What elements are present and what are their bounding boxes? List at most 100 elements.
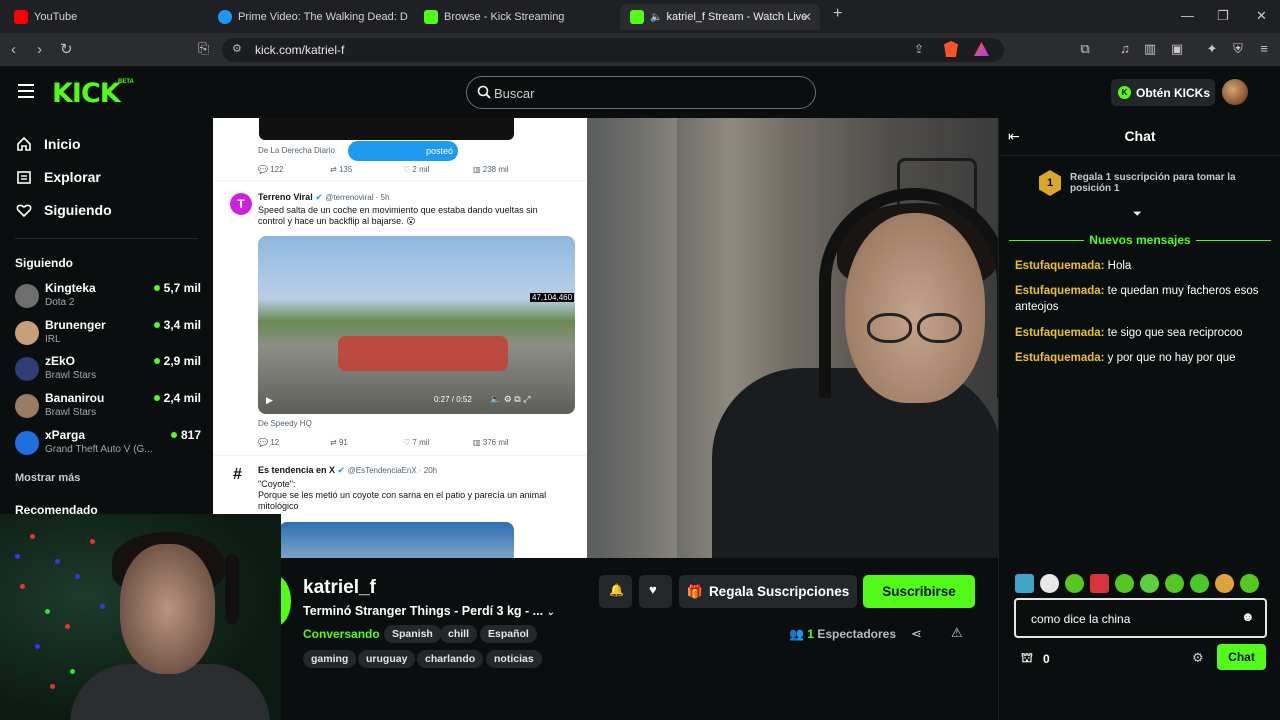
- tab-search-icon[interactable]: ⧉: [1078, 42, 1092, 56]
- new-tab-button[interactable]: +: [833, 5, 842, 23]
- forward-icon[interactable]: ›: [37, 41, 42, 58]
- sidebar-toggle-icon[interactable]: ▥: [1143, 42, 1157, 56]
- followed-channel[interactable]: Bananirou Brawl Stars 2,4 mil: [15, 391, 201, 425]
- maximize-button[interactable]: ❐: [1217, 8, 1229, 24]
- get-kicks-button[interactable]: K Obtén KICKs: [1111, 79, 1215, 106]
- followed-channel[interactable]: zEkO Brawl Stars 2,9 mil: [15, 354, 201, 388]
- emote-icon[interactable]: [1215, 574, 1234, 593]
- channel-name: Bananirou: [45, 391, 105, 405]
- tweet-video[interactable]: 47,104,460 ▶ 0:27 / 0:52 🔈 ⚙ ⧉ ⤢: [258, 236, 575, 414]
- tag-chip[interactable]: charlando: [417, 650, 484, 668]
- brave-shield-icon[interactable]: [944, 41, 958, 57]
- show-more-link[interactable]: Mostrar más: [15, 472, 80, 484]
- notifications-button[interactable]: 🔔: [599, 575, 632, 608]
- reload-icon[interactable]: ↻: [60, 40, 73, 58]
- tag-chip[interactable]: Español: [480, 625, 537, 643]
- brave-rewards-icon[interactable]: [974, 42, 989, 56]
- close-tab-icon[interactable]: ✕: [802, 10, 812, 24]
- followed-channel[interactable]: Kingteka Dota 2 5,7 mil: [15, 281, 201, 315]
- tab-kick-browse[interactable]: Browse - Kick Streaming: [414, 4, 614, 30]
- kick-icon: [424, 10, 438, 24]
- chat-settings-icon[interactable]: ⚙: [1192, 650, 1204, 666]
- emote-icon[interactable]: [1140, 574, 1159, 593]
- play-icon[interactable]: ▶: [266, 395, 273, 406]
- followed-channel[interactable]: xParga Grand Theft Auto V (G... 817: [15, 428, 201, 462]
- emote-icon[interactable]: [1190, 574, 1209, 593]
- tab-prime-video[interactable]: Prime Video: The Walking Dead: Dea: [208, 4, 408, 30]
- gift-leaderboard-text: Regala 1 suscripción para tomar la posic…: [1070, 172, 1236, 194]
- chevron-down-icon: ⌄: [546, 607, 555, 618]
- tag-chip[interactable]: uruguay: [358, 650, 416, 668]
- hamburger-menu-icon[interactable]: [18, 84, 34, 98]
- share-icon[interactable]: ⇪: [914, 42, 924, 56]
- tag-chip[interactable]: noticias: [486, 650, 542, 668]
- menu-icon[interactable]: ≡: [1257, 42, 1271, 56]
- channel-points[interactable]: ⛫ 0: [1021, 650, 1050, 668]
- emote-icon[interactable]: [1015, 574, 1034, 593]
- streamer-name[interactable]: katriel_f: [303, 577, 376, 599]
- emote-icon[interactable]: [1240, 574, 1259, 593]
- leo-ai-icon[interactable]: ✦: [1205, 42, 1219, 56]
- kick-icon: [630, 10, 644, 24]
- search-input[interactable]: [494, 84, 794, 102]
- sidebar-item-inicio[interactable]: Inicio: [16, 136, 81, 152]
- youtube-icon: [14, 10, 28, 24]
- viewer-count: 2,9 mil: [153, 354, 201, 368]
- site-settings-icon[interactable]: ⚙: [232, 42, 242, 55]
- tweet-author: Terreno Viral ✔ @terrenoviral · 5h: [258, 192, 390, 202]
- emoji-icon[interactable]: ☻: [1241, 609, 1255, 624]
- expand-icon[interactable]: ⏷: [1133, 208, 1142, 221]
- back-icon[interactable]: ‹: [11, 41, 16, 58]
- emote-icon[interactable]: [1115, 574, 1134, 593]
- new-messages-divider: Nuevos mensajes: [1009, 233, 1271, 247]
- viewer-count: 👥 1 Espectadores: [789, 627, 897, 641]
- tab-title: katriel_f Stream - Watch Live: [666, 11, 808, 23]
- emote-icon[interactable]: [1065, 574, 1084, 593]
- address-toolbar: ‹ › ↻ ⎘ ⚙ kick.com/katriel-f ⇪ ⧉ ♫ ▥ ▣ ✦…: [0, 33, 1280, 67]
- share-icon[interactable]: ⋖: [911, 626, 922, 642]
- tweet-source: De Speedy HQ: [258, 419, 312, 428]
- tag-chip[interactable]: gaming: [303, 650, 357, 668]
- kick-logo[interactable]: KICK: [52, 78, 121, 109]
- video-player[interactable]: De La Derecha Diario posteó 💬 122 ⇄ 135 …: [213, 118, 998, 558]
- report-icon[interactable]: ⚠: [951, 625, 963, 641]
- tab-katriel-stream[interactable]: 🔈 katriel_f Stream - Watch Live ✕: [620, 4, 820, 30]
- follow-button[interactable]: ♥: [639, 575, 672, 608]
- stream-category[interactable]: Conversando: [303, 627, 380, 641]
- emote-icon[interactable]: [1040, 574, 1059, 593]
- hashtag-icon: #: [233, 466, 242, 483]
- close-window-button[interactable]: ✕: [1256, 8, 1267, 24]
- subscribe-button[interactable]: Suscribirse: [863, 575, 975, 608]
- emote-icon[interactable]: [1165, 574, 1184, 593]
- user-avatar[interactable]: [1222, 79, 1248, 105]
- stream-title[interactable]: Terminó Stranger Things - Perdí 3 kg - .…: [303, 604, 555, 618]
- beta-badge: BETA: [118, 79, 134, 85]
- wallet-icon[interactable]: ▣: [1170, 42, 1184, 56]
- posted-pill: posteó: [348, 141, 458, 161]
- followed-channel[interactable]: Brunenger IRL 3,4 mil: [15, 318, 201, 352]
- emote-icon[interactable]: [1090, 574, 1109, 593]
- send-chat-button[interactable]: Chat: [1217, 644, 1266, 670]
- channel-category: Brawl Stars: [45, 407, 97, 418]
- webcam-overlay: [0, 514, 281, 720]
- avatar: [15, 394, 39, 418]
- bookmark-icon[interactable]: ⎘: [198, 40, 209, 57]
- search-bar[interactable]: [466, 76, 816, 109]
- chat-message: Estufaquemada: y por que no hay por que: [1015, 352, 1236, 364]
- gift-subs-button[interactable]: 🎁 Regala Suscripciones: [679, 575, 857, 608]
- tab-youtube[interactable]: YouTube: [4, 4, 204, 30]
- chat-input[interactable]: [1031, 610, 1231, 628]
- vpn-icon[interactable]: ⛨: [1231, 42, 1245, 56]
- tag-chip[interactable]: chill: [440, 625, 478, 643]
- stream-info-bar: katriel_f Terminó Stranger Things - Perd…: [261, 558, 998, 720]
- sidebar-item-siguiendo[interactable]: Siguiendo: [16, 202, 112, 218]
- tweet-stats: 💬 12 ⇄ 91 ♡ 7 mil ▥ 376 mil: [258, 438, 509, 447]
- url-bar[interactable]: ⚙ kick.com/katriel-f ⇪: [222, 38, 1004, 62]
- minimize-button[interactable]: —: [1181, 8, 1194, 23]
- tweet-media: [279, 522, 514, 558]
- media-icon[interactable]: ♫: [1118, 42, 1132, 56]
- chat-input-box[interactable]: ☻: [1014, 598, 1267, 638]
- sidebar-item-explorar[interactable]: Explorar: [16, 169, 101, 185]
- channel-category: Brawl Stars: [45, 370, 97, 381]
- tag-chip[interactable]: Spanish: [384, 625, 441, 643]
